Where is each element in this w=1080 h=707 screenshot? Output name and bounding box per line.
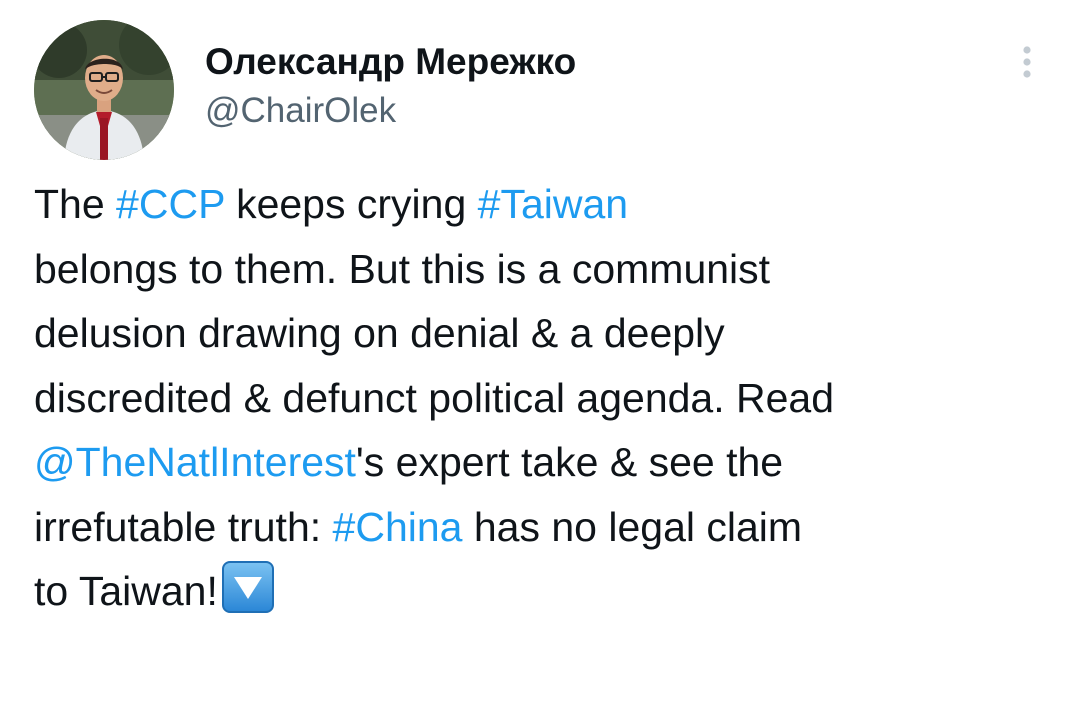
tweet-text-line: irrefutable truth: #China has no legal c… [34, 495, 1064, 560]
tweet-text-segment: 's expert take & see the [355, 439, 784, 485]
more-vertical-icon [1023, 46, 1031, 78]
hashtag-link[interactable]: #CCP [116, 181, 225, 227]
tweet-text-line: belongs to them. But this is a communist [34, 237, 1064, 302]
tweet-text-line: delusion drawing on denial & a deeply [34, 301, 1064, 366]
avatar[interactable] [34, 20, 174, 160]
tweet-text-segment: has no legal claim [462, 503, 803, 550]
tweet-text-line: @TheNatlInterest's expert take & see the [34, 430, 1064, 495]
author-handle[interactable]: @ChairOlek [205, 90, 396, 132]
tweet-text: The #CCP keeps crying #Taiwan belongs to … [34, 172, 1064, 624]
tweet-text-segment: to Taiwan! [34, 568, 218, 614]
tweet-text-line: to Taiwan! [34, 559, 1064, 624]
tweet-text-segment: keeps crying [224, 181, 478, 227]
author-display-name[interactable]: Олександр Мережко [205, 40, 576, 84]
tweet-text-segment: belongs to them. But this is a communist [34, 245, 771, 292]
hashtag-link[interactable]: #Taiwan [478, 181, 628, 227]
tweet-text-line: discredited & defunct political agenda. … [34, 366, 1064, 431]
avatar-image [34, 20, 174, 160]
down-arrow-button-emoji-icon [220, 559, 276, 615]
tweet-text-segment: irrefutable truth: [34, 503, 333, 550]
tweet-header: Олександр Мережко @ChairOlek [0, 0, 1080, 170]
hashtag-link[interactable]: #China [333, 504, 463, 550]
tweet-text-segment: The [34, 181, 117, 227]
mention-link[interactable]: @TheNatlInterest [34, 439, 356, 485]
tweet-text-segment: delusion drawing on denial & a deeply [34, 310, 725, 356]
tweet-card: Олександр Мережко @ChairOlek The #CCP ke… [0, 0, 1080, 707]
tweet-text-line: The #CCP keeps crying #Taiwan [34, 172, 1064, 237]
tweet-text-segment: discredited & defunct political agenda. … [34, 374, 835, 421]
more-options-button[interactable] [1008, 40, 1046, 84]
